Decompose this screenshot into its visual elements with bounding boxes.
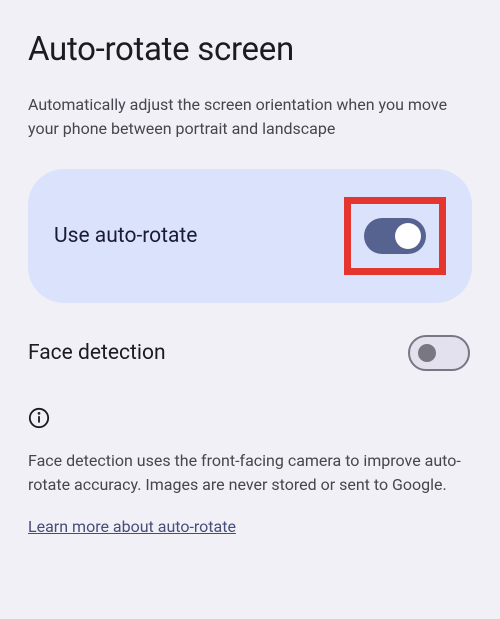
face-detection-toggle[interactable] [408,335,470,371]
settings-page: Auto-rotate screen Automatically adjust … [0,0,500,536]
face-detection-label: Face detection [28,341,166,365]
info-text: Face detection uses the front-facing cam… [28,449,472,497]
face-detection-row[interactable]: Face detection [28,335,472,371]
page-description: Automatically adjust the screen orientat… [28,93,472,141]
info-icon [28,407,472,433]
auto-rotate-card[interactable]: Use auto-rotate [28,169,472,303]
auto-rotate-toggle[interactable] [364,218,426,254]
page-title: Auto-rotate screen [28,30,472,69]
info-section: Face detection uses the front-facing cam… [28,407,472,536]
highlight-box [344,197,446,275]
learn-more-link[interactable]: Learn more about auto-rotate [28,517,236,536]
auto-rotate-label: Use auto-rotate [54,224,197,248]
